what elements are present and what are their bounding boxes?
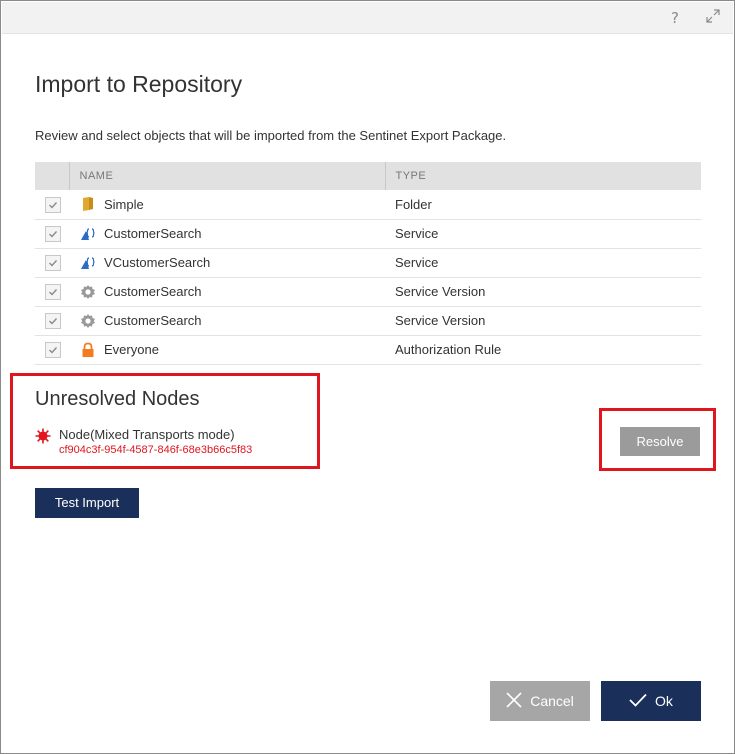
row-name: Everyone	[104, 342, 159, 357]
row-name-cell: CustomerSearch	[69, 219, 385, 249]
row-type: Service	[385, 219, 701, 249]
row-select-cell	[35, 335, 69, 365]
row-name: Simple	[104, 196, 144, 212]
row-checkbox[interactable]	[45, 283, 61, 300]
gear-icon	[80, 284, 96, 300]
cancel-label: Cancel	[530, 693, 574, 709]
table-row[interactable]: CustomerSearch Service Version	[35, 277, 701, 307]
ok-button[interactable]: Ok	[601, 681, 701, 721]
row-select-cell	[35, 277, 69, 307]
header-type[interactable]: TYPE	[385, 162, 701, 190]
service-icon	[80, 255, 96, 271]
row-name-cell: VCustomerSearch	[69, 248, 385, 278]
checkmark-icon	[49, 201, 58, 209]
service-icon	[80, 226, 96, 242]
import-objects-table: NAME TYPE Simple Folder CustomerSearch Serv…	[35, 162, 701, 365]
table-row[interactable]: CustomerSearch Service Version	[35, 306, 701, 336]
row-type: Authorization Rule	[385, 335, 701, 365]
row-select-cell	[35, 248, 69, 278]
table-header-row: NAME TYPE	[35, 162, 701, 190]
row-name: CustomerSearch	[104, 226, 202, 241]
folder-icon	[80, 196, 96, 212]
checkmark-icon	[49, 288, 58, 296]
row-name: VCustomerSearch	[104, 255, 211, 270]
row-name-cell: CustomerSearch	[69, 277, 385, 307]
row-checkbox[interactable]	[45, 254, 61, 271]
checkmark-icon	[49, 317, 58, 325]
row-name-cell: Simple	[69, 190, 385, 220]
gear-icon	[80, 313, 96, 329]
close-icon	[506, 691, 522, 711]
table-row[interactable]: Simple Folder	[35, 190, 701, 220]
row-checkbox[interactable]	[45, 312, 61, 329]
dialog-subtitle: Review and select objects that will be i…	[35, 128, 507, 143]
expand-icon[interactable]	[703, 8, 723, 28]
table-row[interactable]: VCustomerSearch Service	[35, 248, 701, 278]
row-select-cell	[35, 190, 69, 220]
row-checkbox[interactable]	[45, 225, 61, 242]
header-name[interactable]: NAME	[69, 162, 386, 190]
row-checkbox[interactable]	[45, 196, 61, 213]
row-type: Service Version	[385, 277, 701, 307]
row-name: CustomerSearch	[104, 313, 202, 328]
row-name-cell: Everyone	[69, 335, 385, 365]
checkmark-icon	[49, 259, 58, 267]
resolve-button[interactable]: Resolve	[620, 427, 700, 456]
dialog-title: Import to Repository	[35, 71, 243, 97]
checkmark-icon	[49, 230, 58, 238]
test-import-button[interactable]: Test Import	[35, 488, 139, 518]
dialog-titlebar: ?	[2, 2, 733, 34]
table-row[interactable]: CustomerSearch Service	[35, 219, 701, 249]
node-error-icon	[35, 428, 51, 444]
row-type: Service Version	[385, 306, 701, 336]
unresolved-node-name[interactable]: Node(Mixed Transports mode)	[59, 427, 235, 442]
row-type: Folder	[385, 190, 701, 220]
row-name: CustomerSearch	[104, 284, 202, 299]
ok-label: Ok	[655, 693, 673, 709]
cancel-button[interactable]: Cancel	[490, 681, 590, 721]
checkmark-icon	[629, 693, 647, 710]
lock-icon	[80, 342, 96, 358]
row-name-cell: CustomerSearch	[69, 306, 385, 336]
header-select-column[interactable]	[35, 162, 70, 190]
unresolved-node-id: cf904c3f-954f-4587-846f-68e3b66c5f83	[59, 444, 253, 456]
import-dialog: ? Import to Repository Review and select…	[0, 0, 735, 754]
table-row[interactable]: Everyone Authorization Rule	[35, 335, 701, 365]
unresolved-nodes-title: Unresolved Nodes	[35, 388, 200, 410]
help-icon[interactable]: ?	[665, 8, 685, 28]
row-select-cell	[35, 219, 69, 249]
row-select-cell	[35, 306, 69, 336]
checkmark-icon	[49, 346, 58, 354]
row-checkbox[interactable]	[45, 341, 61, 358]
row-type: Service	[385, 248, 701, 278]
